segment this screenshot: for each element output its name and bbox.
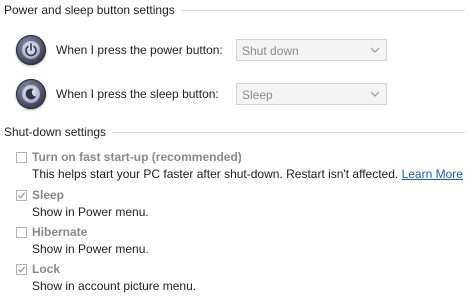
fast-startup-desc-text: This helps start your PC faster after sh… bbox=[32, 167, 399, 181]
sleep-button-row: When I press the sleep button: Sleep bbox=[0, 79, 469, 111]
power-sleep-section-title: Power and sleep button settings bbox=[4, 1, 181, 19]
sleep-button-action-select[interactable]: Sleep bbox=[236, 83, 387, 105]
checkmark-icon bbox=[18, 266, 26, 273]
shutdown-section-title: Shut-down settings bbox=[4, 123, 113, 141]
power-button-selected-value: Shut down bbox=[242, 44, 299, 58]
sleep-checkbox[interactable] bbox=[16, 190, 27, 201]
sleep-button-selected-value: Sleep bbox=[242, 88, 273, 102]
power-icon bbox=[16, 35, 46, 65]
hibernate-option-title: Hibernate bbox=[32, 225, 88, 239]
sleep-option-description: Show in Power menu. bbox=[32, 205, 149, 219]
hibernate-checkbox[interactable] bbox=[16, 227, 27, 238]
fast-startup-checkbox[interactable] bbox=[16, 152, 27, 163]
lock-checkbox[interactable] bbox=[16, 264, 27, 275]
power-button-row: When I press the power button: Shut down bbox=[0, 35, 469, 67]
lock-option-title: Lock bbox=[32, 262, 61, 276]
chevron-down-icon bbox=[370, 47, 380, 53]
lock-option-description: Show in account picture menu. bbox=[32, 279, 197, 293]
sleep-option-title: Sleep bbox=[32, 188, 65, 202]
learn-more-link[interactable]: Learn More bbox=[402, 167, 463, 181]
chevron-down-icon bbox=[370, 91, 380, 97]
sleep-button-label: When I press the sleep button: bbox=[56, 87, 219, 101]
power-button-action-select[interactable]: Shut down bbox=[236, 39, 387, 61]
fast-startup-title: Turn on fast start-up (recommended) bbox=[32, 150, 242, 164]
fast-startup-description: This helps start your PC faster after sh… bbox=[32, 167, 463, 181]
power-button-label: When I press the power button: bbox=[56, 43, 223, 57]
sleep-icon bbox=[16, 79, 46, 109]
checkmark-icon bbox=[18, 192, 26, 199]
hibernate-option-description: Show in Power menu. bbox=[32, 242, 149, 256]
